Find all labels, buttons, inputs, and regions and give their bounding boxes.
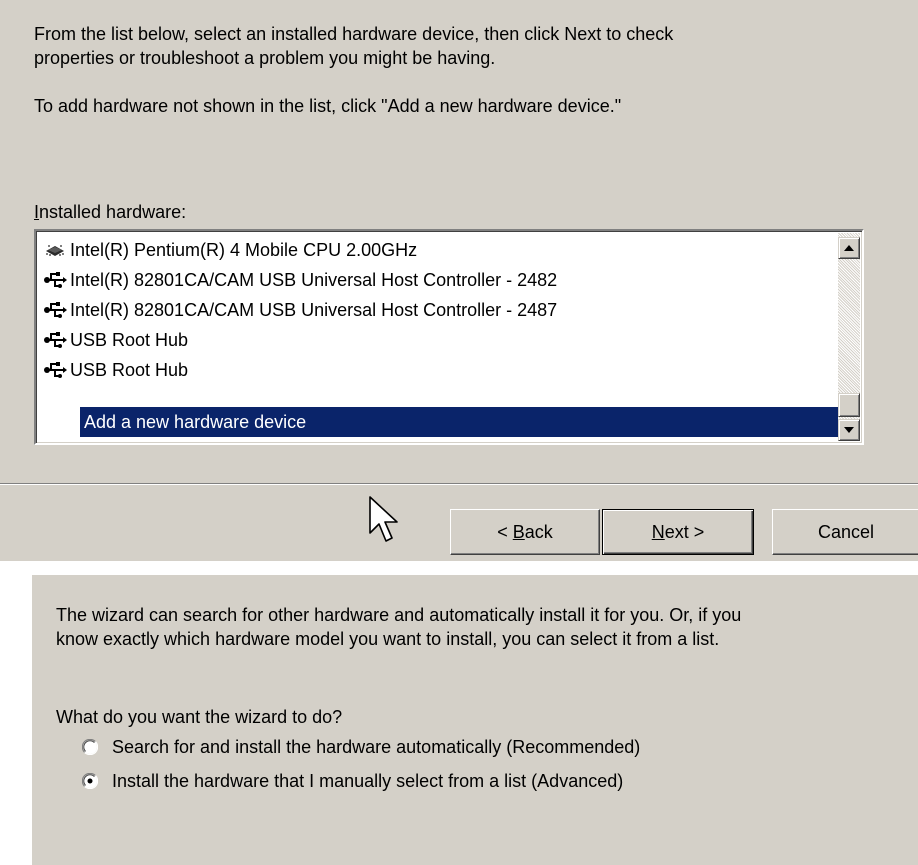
wizard-question: What do you want the wizard to do?: [56, 707, 343, 727]
cancel-button-label: Cancel: [817, 521, 875, 542]
mouse-pointer-icon: [368, 495, 402, 550]
radio-manual-select[interactable]: Install the hardware that I manually sel…: [82, 767, 623, 795]
list-item[interactable]: USB Root Hub: [40, 325, 188, 355]
processor-chip-icon: [40, 238, 70, 262]
list-item[interactable]: USB Root Hub: [40, 355, 188, 385]
next-button[interactable]: Next >: [602, 509, 754, 555]
next-button-label: ext >: [664, 521, 705, 542]
intro-text-line-2: properties or troubleshoot a problem you…: [34, 48, 496, 68]
list-item[interactable]: Intel(R) Pentium(R) 4 Mobile CPU 2.00GHz: [40, 235, 417, 265]
installed-hardware-label-rest: nstalled hardware:: [39, 202, 187, 222]
back-button-prefix: <: [497, 521, 513, 542]
hardware-wizard-device-list-page: From the list below, select an installed…: [0, 0, 918, 561]
list-item[interactable]: Intel(R) 82801CA/CAM USB Universal Host …: [40, 295, 557, 325]
installed-hardware-listbox[interactable]: Intel(R) Pentium(R) 4 Mobile CPU 2.00GHz…: [34, 229, 864, 445]
list-item-add-new-hardware-selected[interactable]: Add a new hardware device: [80, 407, 840, 437]
listbox-vertical-scrollbar[interactable]: [838, 233, 860, 441]
usb-icon: [40, 328, 70, 352]
device-label: Intel(R) 82801CA/CAM USB Universal Host …: [70, 299, 558, 320]
usb-icon: [40, 268, 70, 292]
radio-search-label: Search for and install the hardware auto…: [112, 736, 641, 757]
device-label: Intel(R) Pentium(R) 4 Mobile CPU 2.00GHz: [70, 239, 418, 260]
cancel-button[interactable]: Cancel: [772, 509, 918, 555]
radio-manual-label: Install the hardware that I manually sel…: [112, 770, 624, 791]
description-line-2: know exactly which hardware model you wa…: [56, 629, 720, 649]
device-label: USB Root Hub: [70, 329, 189, 350]
radio-search-automatically[interactable]: Search for and install the hardware auto…: [82, 733, 640, 761]
next-button-mnemonic: N: [651, 521, 665, 542]
scrollbar-thumb[interactable]: [838, 393, 860, 417]
arrow-down-icon: [844, 427, 854, 433]
intro-text-line-1: From the list below, select an installed…: [34, 24, 674, 44]
list-item[interactable]: Intel(R) 82801CA/CAM USB Universal Host …: [40, 265, 557, 295]
radio-checked-icon[interactable]: [82, 773, 98, 789]
footer-separator: [0, 483, 918, 485]
device-label: Intel(R) 82801CA/CAM USB Universal Host …: [70, 269, 558, 290]
back-button-mnemonic: B: [512, 521, 525, 542]
installed-hardware-label: Installed hardware:: [34, 200, 186, 224]
radio-unchecked-icon[interactable]: [82, 739, 98, 755]
device-label: USB Root Hub: [70, 359, 189, 380]
device-label: Add a new hardware device: [84, 411, 307, 432]
usb-icon: [40, 358, 70, 382]
scroll-up-button[interactable]: [838, 237, 860, 259]
description-line-1: The wizard can search for other hardware…: [56, 605, 742, 625]
scroll-down-button[interactable]: [838, 419, 860, 441]
add-hardware-hint: To add hardware not shown in the list, c…: [34, 96, 622, 116]
arrow-up-icon: [844, 245, 854, 251]
back-button[interactable]: < Back: [450, 509, 600, 555]
back-button-label: ack: [524, 521, 553, 542]
hardware-wizard-install-option-page: The wizard can search for other hardware…: [32, 575, 918, 865]
usb-icon: [40, 298, 70, 322]
